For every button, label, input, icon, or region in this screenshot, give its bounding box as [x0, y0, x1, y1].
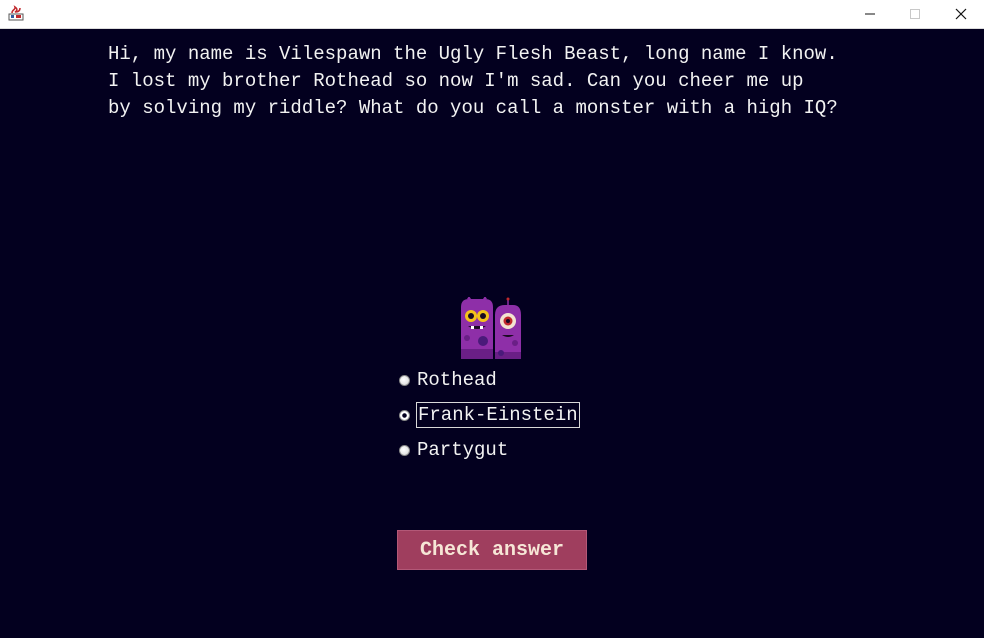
option-label[interactable]: Rothead [416, 368, 498, 392]
radio-button[interactable] [399, 409, 410, 421]
minimize-icon [865, 13, 875, 15]
radio-button[interactable] [399, 374, 410, 386]
option-partygut[interactable]: Partygut [398, 437, 598, 463]
option-label[interactable]: Partygut [416, 438, 509, 462]
purple-monsters-icon [461, 297, 521, 359]
close-icon [955, 8, 967, 20]
title-bar [0, 0, 984, 29]
java-app-icon [8, 5, 24, 21]
riddle-text: Hi, my name is Vilespawn the Ugly Flesh … [108, 43, 838, 119]
option-frank-einstein[interactable]: Frank-Einstein [398, 402, 598, 428]
option-label[interactable]: Frank-Einstein [416, 402, 580, 428]
minimize-button[interactable] [847, 0, 893, 28]
maximize-button[interactable] [892, 0, 938, 28]
check-answer-button[interactable]: Check answer [397, 530, 587, 570]
game-panel: Hi, my name is Vilespawn the Ugly Flesh … [0, 29, 984, 638]
maximize-icon [910, 9, 920, 19]
option-rothead[interactable]: Rothead [398, 367, 598, 393]
close-button[interactable] [938, 0, 984, 28]
radio-button[interactable] [399, 444, 410, 456]
